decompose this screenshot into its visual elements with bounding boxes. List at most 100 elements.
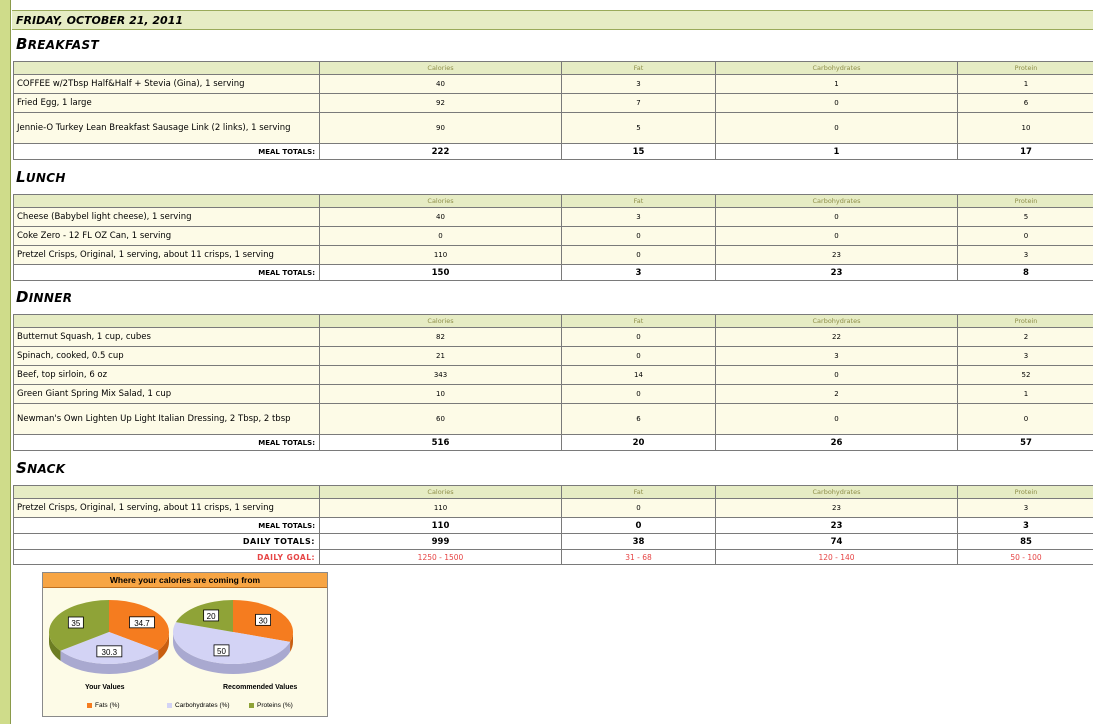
food-protein: 3 bbox=[957, 498, 1093, 518]
breakfast-table: Calories Fat Carbohydrates Protein COFFE… bbox=[13, 61, 1093, 160]
daily-totals-label: DAILY TOTALS: bbox=[13, 533, 320, 550]
daily-totals-row: DAILY TOTALS: 999 38 74 85 bbox=[13, 533, 1093, 550]
food-protein: 2 bbox=[957, 327, 1093, 347]
total-protein: 57 bbox=[957, 434, 1093, 451]
food-calories: 0 bbox=[319, 226, 562, 246]
food-carbs: 1 bbox=[715, 74, 958, 94]
col-calories: Calories bbox=[319, 194, 562, 208]
total-calories: 110 bbox=[319, 517, 562, 534]
col-calories: Calories bbox=[319, 314, 562, 328]
food-carbs: 0 bbox=[715, 207, 958, 227]
col-protein: Protein bbox=[957, 61, 1093, 75]
food-protein: 3 bbox=[957, 346, 1093, 366]
food-carbs: 23 bbox=[715, 498, 958, 518]
col-protein: Protein bbox=[957, 194, 1093, 208]
food-name-link[interactable]: Newman's Own Lighten Up Light Italian Dr… bbox=[13, 403, 320, 435]
slice-label: 35 bbox=[71, 619, 80, 628]
food-fat: 3 bbox=[561, 207, 716, 227]
food-name-link[interactable]: Jennie-O Turkey Lean Breakfast Sausage L… bbox=[13, 112, 320, 144]
food-carbs: 0 bbox=[715, 93, 958, 113]
food-fat: 3 bbox=[561, 74, 716, 94]
slice-label: 20 bbox=[207, 612, 216, 621]
total-protein: 17 bbox=[957, 143, 1093, 160]
food-row: Newman's Own Lighten Up Light Italian Dr… bbox=[13, 403, 1093, 435]
lunch-title: LUNCH bbox=[16, 168, 66, 186]
food-fat: 0 bbox=[561, 384, 716, 404]
food-row: Fried Egg, 1 large 92 7 0 6 bbox=[13, 93, 1093, 113]
food-name-link[interactable]: Cheese (Babybel light cheese), 1 serving bbox=[13, 207, 320, 227]
slice-label: 30.3 bbox=[102, 648, 118, 657]
food-name-link[interactable]: Fried Egg, 1 large bbox=[13, 93, 320, 113]
food-carbs: 0 bbox=[715, 403, 958, 435]
food-carbs: 0 bbox=[715, 226, 958, 246]
food-fat: 0 bbox=[561, 226, 716, 246]
food-name-link[interactable]: Pretzel Crisps, Original, 1 serving, abo… bbox=[13, 498, 320, 518]
legend-fats: Fats (%) bbox=[87, 702, 120, 709]
chart-title: Where your calories are coming from bbox=[43, 573, 327, 588]
col-fat: Fat bbox=[561, 485, 716, 499]
food-protein: 5 bbox=[957, 207, 1093, 227]
column-header-row: Calories Fat Carbohydrates Protein bbox=[13, 485, 1093, 499]
recommended-values-caption: Recommended Values bbox=[223, 684, 298, 691]
slice-label: 30 bbox=[259, 616, 268, 625]
food-name-link[interactable]: Coke Zero - 12 FL OZ Can, 1 serving bbox=[13, 226, 320, 246]
total-protein: 8 bbox=[957, 264, 1093, 281]
food-name-link[interactable]: COFFEE w/2Tbsp Half&Half + Stevia (Gina)… bbox=[13, 74, 320, 94]
food-carbs: 0 bbox=[715, 365, 958, 385]
total-fat: 15 bbox=[561, 143, 716, 160]
total-fat: 20 bbox=[561, 434, 716, 451]
food-name-link[interactable]: Spinach, cooked, 0.5 cup bbox=[13, 346, 320, 366]
food-row: Cheese (Babybel light cheese), 1 serving… bbox=[13, 207, 1093, 227]
food-calories: 343 bbox=[319, 365, 562, 385]
food-fat: 5 bbox=[561, 112, 716, 144]
col-fat: Fat bbox=[561, 61, 716, 75]
food-fat: 6 bbox=[561, 403, 716, 435]
legend-swatch bbox=[249, 702, 254, 708]
meal-totals-label: MEAL TOTALS: bbox=[13, 264, 320, 281]
food-calories: 92 bbox=[319, 93, 562, 113]
col-fat: Fat bbox=[561, 194, 716, 208]
food-carbs: 23 bbox=[715, 245, 958, 265]
total-fat: 0 bbox=[561, 517, 716, 534]
food-carbs: 3 bbox=[715, 346, 958, 366]
total-calories: 222 bbox=[319, 143, 562, 160]
food-carbs: 2 bbox=[715, 384, 958, 404]
food-row: COFFEE w/2Tbsp Half&Half + Stevia (Gina)… bbox=[13, 74, 1093, 94]
food-row: Beef, top sirloin, 6 oz 343 14 0 52 bbox=[13, 365, 1093, 385]
food-row: Butternut Squash, 1 cup, cubes 82 0 22 2 bbox=[13, 327, 1093, 347]
food-protein: 52 bbox=[957, 365, 1093, 385]
meal-totals-row: MEAL TOTALS: 516 20 26 57 bbox=[13, 434, 1093, 451]
meal-totals-row: MEAL TOTALS: 222 15 1 17 bbox=[13, 143, 1093, 160]
total-carbs: 1 bbox=[715, 143, 958, 160]
col-calories: Calories bbox=[319, 485, 562, 499]
food-calories: 110 bbox=[319, 245, 562, 265]
food-name-link[interactable]: Pretzel Crisps, Original, 1 serving, abo… bbox=[13, 245, 320, 265]
slice-label: 34.7 bbox=[134, 619, 150, 628]
food-row: Coke Zero - 12 FL OZ Can, 1 serving 0 0 … bbox=[13, 226, 1093, 246]
column-header-row: Calories Fat Carbohydrates Protein bbox=[13, 194, 1093, 208]
col-carbs: Carbohydrates bbox=[715, 61, 958, 75]
col-carbs: Carbohydrates bbox=[715, 485, 958, 499]
lunch-table: Calories Fat Carbohydrates Protein Chees… bbox=[13, 194, 1093, 281]
food-name-link[interactable]: Beef, top sirloin, 6 oz bbox=[13, 365, 320, 385]
food-fat: 0 bbox=[561, 346, 716, 366]
col-calories: Calories bbox=[319, 61, 562, 75]
col-fat: Fat bbox=[561, 314, 716, 328]
food-protein: 3 bbox=[957, 245, 1093, 265]
food-name-link[interactable]: Butternut Squash, 1 cup, cubes bbox=[13, 327, 320, 347]
food-name-link[interactable]: Green Giant Spring Mix Salad, 1 cup bbox=[13, 384, 320, 404]
food-calories: 21 bbox=[319, 346, 562, 366]
date-header: FRIDAY, OCTOBER 21, 2011 bbox=[12, 10, 1093, 30]
total-carbs: 26 bbox=[715, 434, 958, 451]
dinner-table: Calories Fat Carbohydrates Protein Butte… bbox=[13, 314, 1093, 451]
goal-calories: 1250 - 1500 bbox=[319, 549, 562, 565]
slice-label: 50 bbox=[217, 647, 226, 656]
food-fat: 14 bbox=[561, 365, 716, 385]
breakfast-title: BREAKFAST bbox=[16, 35, 99, 53]
food-calories: 10 bbox=[319, 384, 562, 404]
daily-protein: 85 bbox=[957, 533, 1093, 550]
daily-carbs: 74 bbox=[715, 533, 958, 550]
meal-totals-label: MEAL TOTALS: bbox=[13, 143, 320, 160]
legend-swatch bbox=[87, 702, 92, 708]
food-protein: 1 bbox=[957, 384, 1093, 404]
